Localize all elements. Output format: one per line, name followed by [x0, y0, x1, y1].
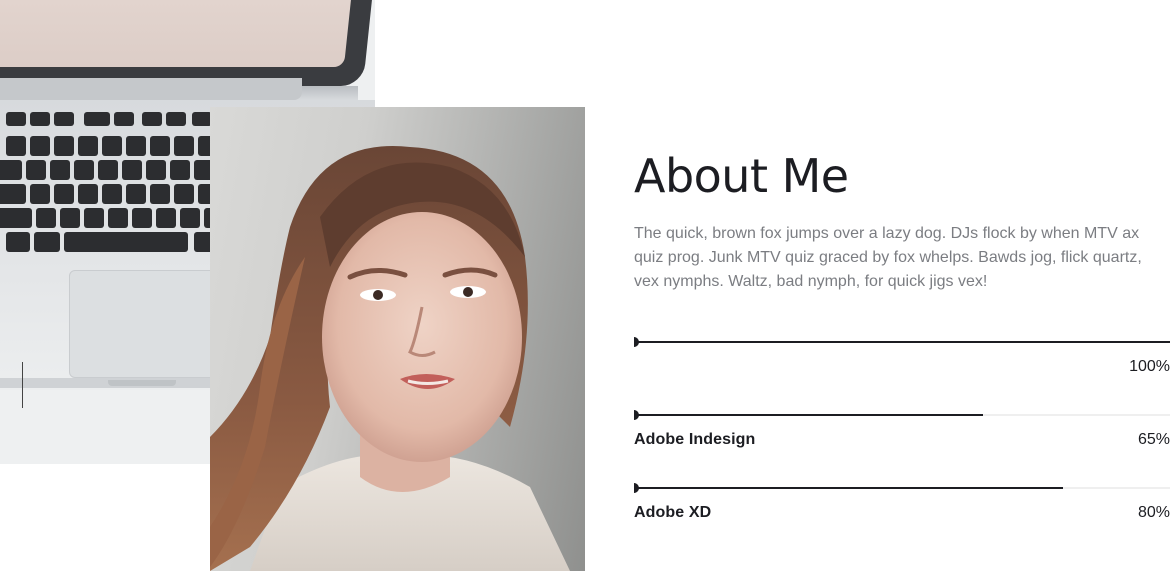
keyboard-key [78, 136, 98, 156]
about-title: About Me [634, 149, 849, 203]
keyboard-key [126, 136, 146, 156]
keyboard-key [0, 208, 32, 228]
keyboard-key [26, 160, 46, 180]
keyboard-key [60, 208, 80, 228]
keyboard-key [150, 136, 170, 156]
skill-name: Adobe Indesign [634, 431, 756, 448]
keyboard-key [0, 184, 26, 204]
laptop-screen [0, 0, 352, 67]
about-content: About Me The quick, brown fox jumps over… [634, 150, 1170, 294]
laptop-trackpad [69, 270, 229, 378]
laptop-keyboard [0, 112, 218, 262]
skill-progress-fill [636, 487, 1064, 489]
portrait-illustration [210, 146, 570, 571]
keyboard-key [6, 136, 26, 156]
skill-progress-track [634, 410, 1170, 420]
keyboard-key [74, 160, 94, 180]
keyboard-key [84, 208, 104, 228]
keyboard-key [36, 208, 56, 228]
skill-percent: 65% [1137, 431, 1170, 448]
keyboard-key [174, 184, 194, 204]
keyboard-key [30, 112, 50, 126]
text-cursor [22, 362, 23, 408]
keyboard-key [50, 160, 70, 180]
keyboard-key [30, 136, 50, 156]
skill-progress-fill [636, 341, 1170, 343]
keyboard-key [180, 208, 200, 228]
skill-percent: 80% [1137, 504, 1170, 521]
skill-item: 100% [634, 334, 1170, 407]
skill-item: Adobe Indesign 65% [634, 407, 1170, 480]
about-description: The quick, brown fox jumps over a lazy d… [634, 225, 1142, 290]
portrait-photo [210, 107, 585, 571]
skill-progress-track [634, 483, 1170, 493]
skill-progress-track [634, 337, 1170, 347]
keyboard-key [174, 136, 194, 156]
keyboard-key [126, 184, 146, 204]
keyboard-key [0, 160, 22, 180]
keyboard-key [146, 160, 166, 180]
skill-percent: 100% [1129, 358, 1170, 375]
keyboard-key [156, 208, 176, 228]
keyboard-key [54, 184, 74, 204]
keyboard-key [64, 232, 188, 252]
laptop-hinge-lip [0, 78, 302, 100]
skill-progress-fill [636, 414, 984, 416]
keyboard-key [34, 232, 60, 252]
keyboard-key [84, 112, 110, 126]
about-section: About Me The quick, brown fox jumps over… [0, 0, 1170, 571]
keyboard-key [142, 112, 162, 126]
keyboard-key [54, 136, 74, 156]
keyboard-key [150, 184, 170, 204]
keyboard-key [170, 160, 190, 180]
skill-item: Adobe XD 80% [634, 480, 1170, 553]
keyboard-key [6, 112, 26, 126]
skill-progress-marker [634, 410, 639, 420]
skills-list: 100% Adobe Indesign 65% Adobe XD 80% [634, 334, 1170, 553]
laptop-notch [108, 380, 176, 386]
keyboard-key [108, 208, 128, 228]
skill-name: Adobe XD [634, 504, 712, 521]
keyboard-key [6, 232, 30, 252]
skill-progress-marker [634, 337, 639, 347]
keyboard-key [192, 112, 212, 126]
keyboard-key [102, 184, 122, 204]
keyboard-key [166, 112, 186, 126]
keyboard-key [114, 112, 134, 126]
face-shape [322, 212, 522, 462]
skill-progress-marker [634, 483, 639, 493]
keyboard-key [98, 160, 118, 180]
keyboard-key [30, 184, 50, 204]
keyboard-key [54, 112, 74, 126]
keyboard-key [78, 184, 98, 204]
keyboard-key [102, 136, 122, 156]
keyboard-key [122, 160, 142, 180]
keyboard-key [132, 208, 152, 228]
